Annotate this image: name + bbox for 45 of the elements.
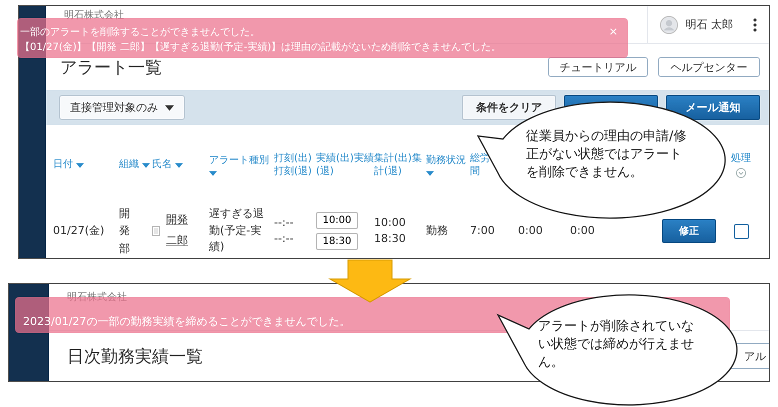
employee-link[interactable]: 開発二郎 [166, 210, 188, 252]
header-button[interactable]: チュートリアル [548, 57, 648, 77]
time-input[interactable]: 10:00 [316, 212, 358, 229]
table-cell-text: 01/27(金) [53, 222, 104, 239]
callout-text: アラートが削除されていない状態では締めが行えません。 [538, 318, 695, 372]
sort-caret-icon[interactable] [175, 162, 183, 168]
table-cell-text: 0:00 [570, 222, 595, 239]
time-input[interactable]: 18:30 [316, 233, 358, 250]
sort-caret-icon[interactable] [142, 162, 150, 168]
column-header: 集計(出)集計(退) [374, 152, 423, 178]
row-checkbox[interactable] [734, 224, 748, 238]
column-header[interactable]: アラート種別 [209, 154, 269, 168]
table-cell-text: 開発部 [119, 206, 130, 257]
table-cell-text: --:-- --:-- [274, 214, 294, 247]
action-button[interactable]: メール通知 [666, 95, 760, 120]
filter-dropdown[interactable]: 直接管理対象のみ [59, 95, 185, 120]
user-menu[interactable]: 明石 太郎 [646, 6, 769, 43]
avatar-icon [660, 16, 678, 34]
sort-caret-icon[interactable] [426, 170, 434, 176]
column-header[interactable]: 組織 [119, 158, 139, 172]
sort-caret-icon[interactable] [209, 170, 217, 176]
column-header[interactable]: 勤務状況 [426, 154, 466, 168]
chevron-icon[interactable] [736, 168, 746, 178]
table-cell-text: 勤務 [426, 222, 448, 239]
down-arrow-icon [328, 259, 412, 303]
callout-text: 従業員からの理由の申請/修正がない状態ではアラートを削除できません。 [526, 128, 688, 182]
table-cell-text: 遅すぎる退勤(予定-実績) [209, 206, 265, 256]
column-header: 打刻(出)打刻(退) [274, 152, 313, 178]
header-button[interactable]: ヘルプセンター [658, 57, 760, 77]
page-title: 日次勤務実績一覧 [67, 346, 203, 368]
more-icon[interactable] [753, 18, 757, 32]
edit-button[interactable]: 修正 [662, 219, 716, 243]
caret-icon [165, 104, 174, 110]
document-icon [152, 226, 160, 236]
column-header[interactable]: 氏名 [152, 158, 172, 172]
column-header[interactable]: 日付 [53, 158, 73, 172]
table-cell-text: 7:00 [470, 222, 495, 239]
page-title: アラート一覧 [60, 56, 162, 78]
column-header: 実績(出)実績(退) [316, 152, 374, 178]
column-header: 処理 [731, 152, 751, 166]
sort-caret-icon[interactable] [76, 162, 84, 168]
user-name: 明石 太郎 [686, 17, 733, 32]
table-cell-text: 10:00 18:30 [374, 214, 406, 247]
action-button[interactable]: 条件をクリア [462, 95, 556, 120]
table-cell-text: 0:00 [518, 222, 543, 239]
